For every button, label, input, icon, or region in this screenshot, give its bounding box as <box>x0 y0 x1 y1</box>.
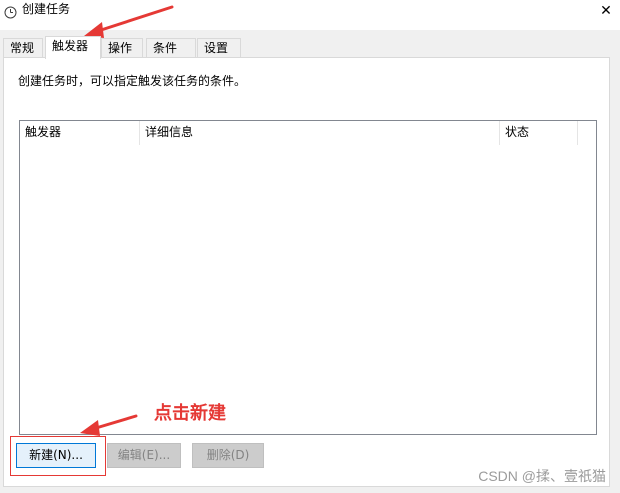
close-icon: ✕ <box>600 3 612 19</box>
annotation-label: 点击新建 <box>154 403 226 424</box>
column-header-details[interactable]: 详细信息 <box>140 121 500 145</box>
triggers-list[interactable]: 触发器 详细信息 状态 <box>19 120 597 435</box>
triggers-panel: 创建任务时，可以指定触发该任务的条件。 触发器 详细信息 状态 新建(N)...… <box>3 57 610 487</box>
tab-label: 触发器 <box>52 39 89 53</box>
tab-strip: 常规 触发器 操作 条件 设置 <box>0 36 620 59</box>
tab-general[interactable]: 常规 <box>3 38 43 58</box>
clock-icon <box>4 6 17 19</box>
edit-button[interactable]: 编辑(E)... <box>107 443 181 468</box>
tab-label: 操作 <box>108 41 133 55</box>
watermark: CSDN @揉、壹祇猫 <box>478 468 606 484</box>
tab-label: 常规 <box>10 41 35 55</box>
tab-actions[interactable]: 操作 <box>101 38 143 58</box>
window-title: 创建任务 <box>22 2 71 16</box>
tab-settings[interactable]: 设置 <box>197 38 241 58</box>
close-button[interactable]: ✕ <box>592 0 620 22</box>
tab-label: 设置 <box>204 41 229 55</box>
delete-button[interactable]: 删除(D) <box>192 443 264 468</box>
highlight-box <box>10 436 106 476</box>
column-header-status[interactable]: 状态 <box>500 121 578 145</box>
list-header: 触发器 详细信息 状态 <box>20 121 596 145</box>
panel-description: 创建任务时，可以指定触发该任务的条件。 <box>18 74 247 88</box>
tab-label: 条件 <box>153 41 178 55</box>
task-window: 创建任务 ✕ 常规 触发器 操作 条件 设置 创建任务时，可以指定触发该任务的条… <box>0 0 620 493</box>
tab-conditions[interactable]: 条件 <box>146 38 196 58</box>
column-header-trigger[interactable]: 触发器 <box>20 121 140 145</box>
title-bar: 创建任务 ✕ <box>0 0 620 30</box>
tab-triggers[interactable]: 触发器 <box>45 36 101 59</box>
